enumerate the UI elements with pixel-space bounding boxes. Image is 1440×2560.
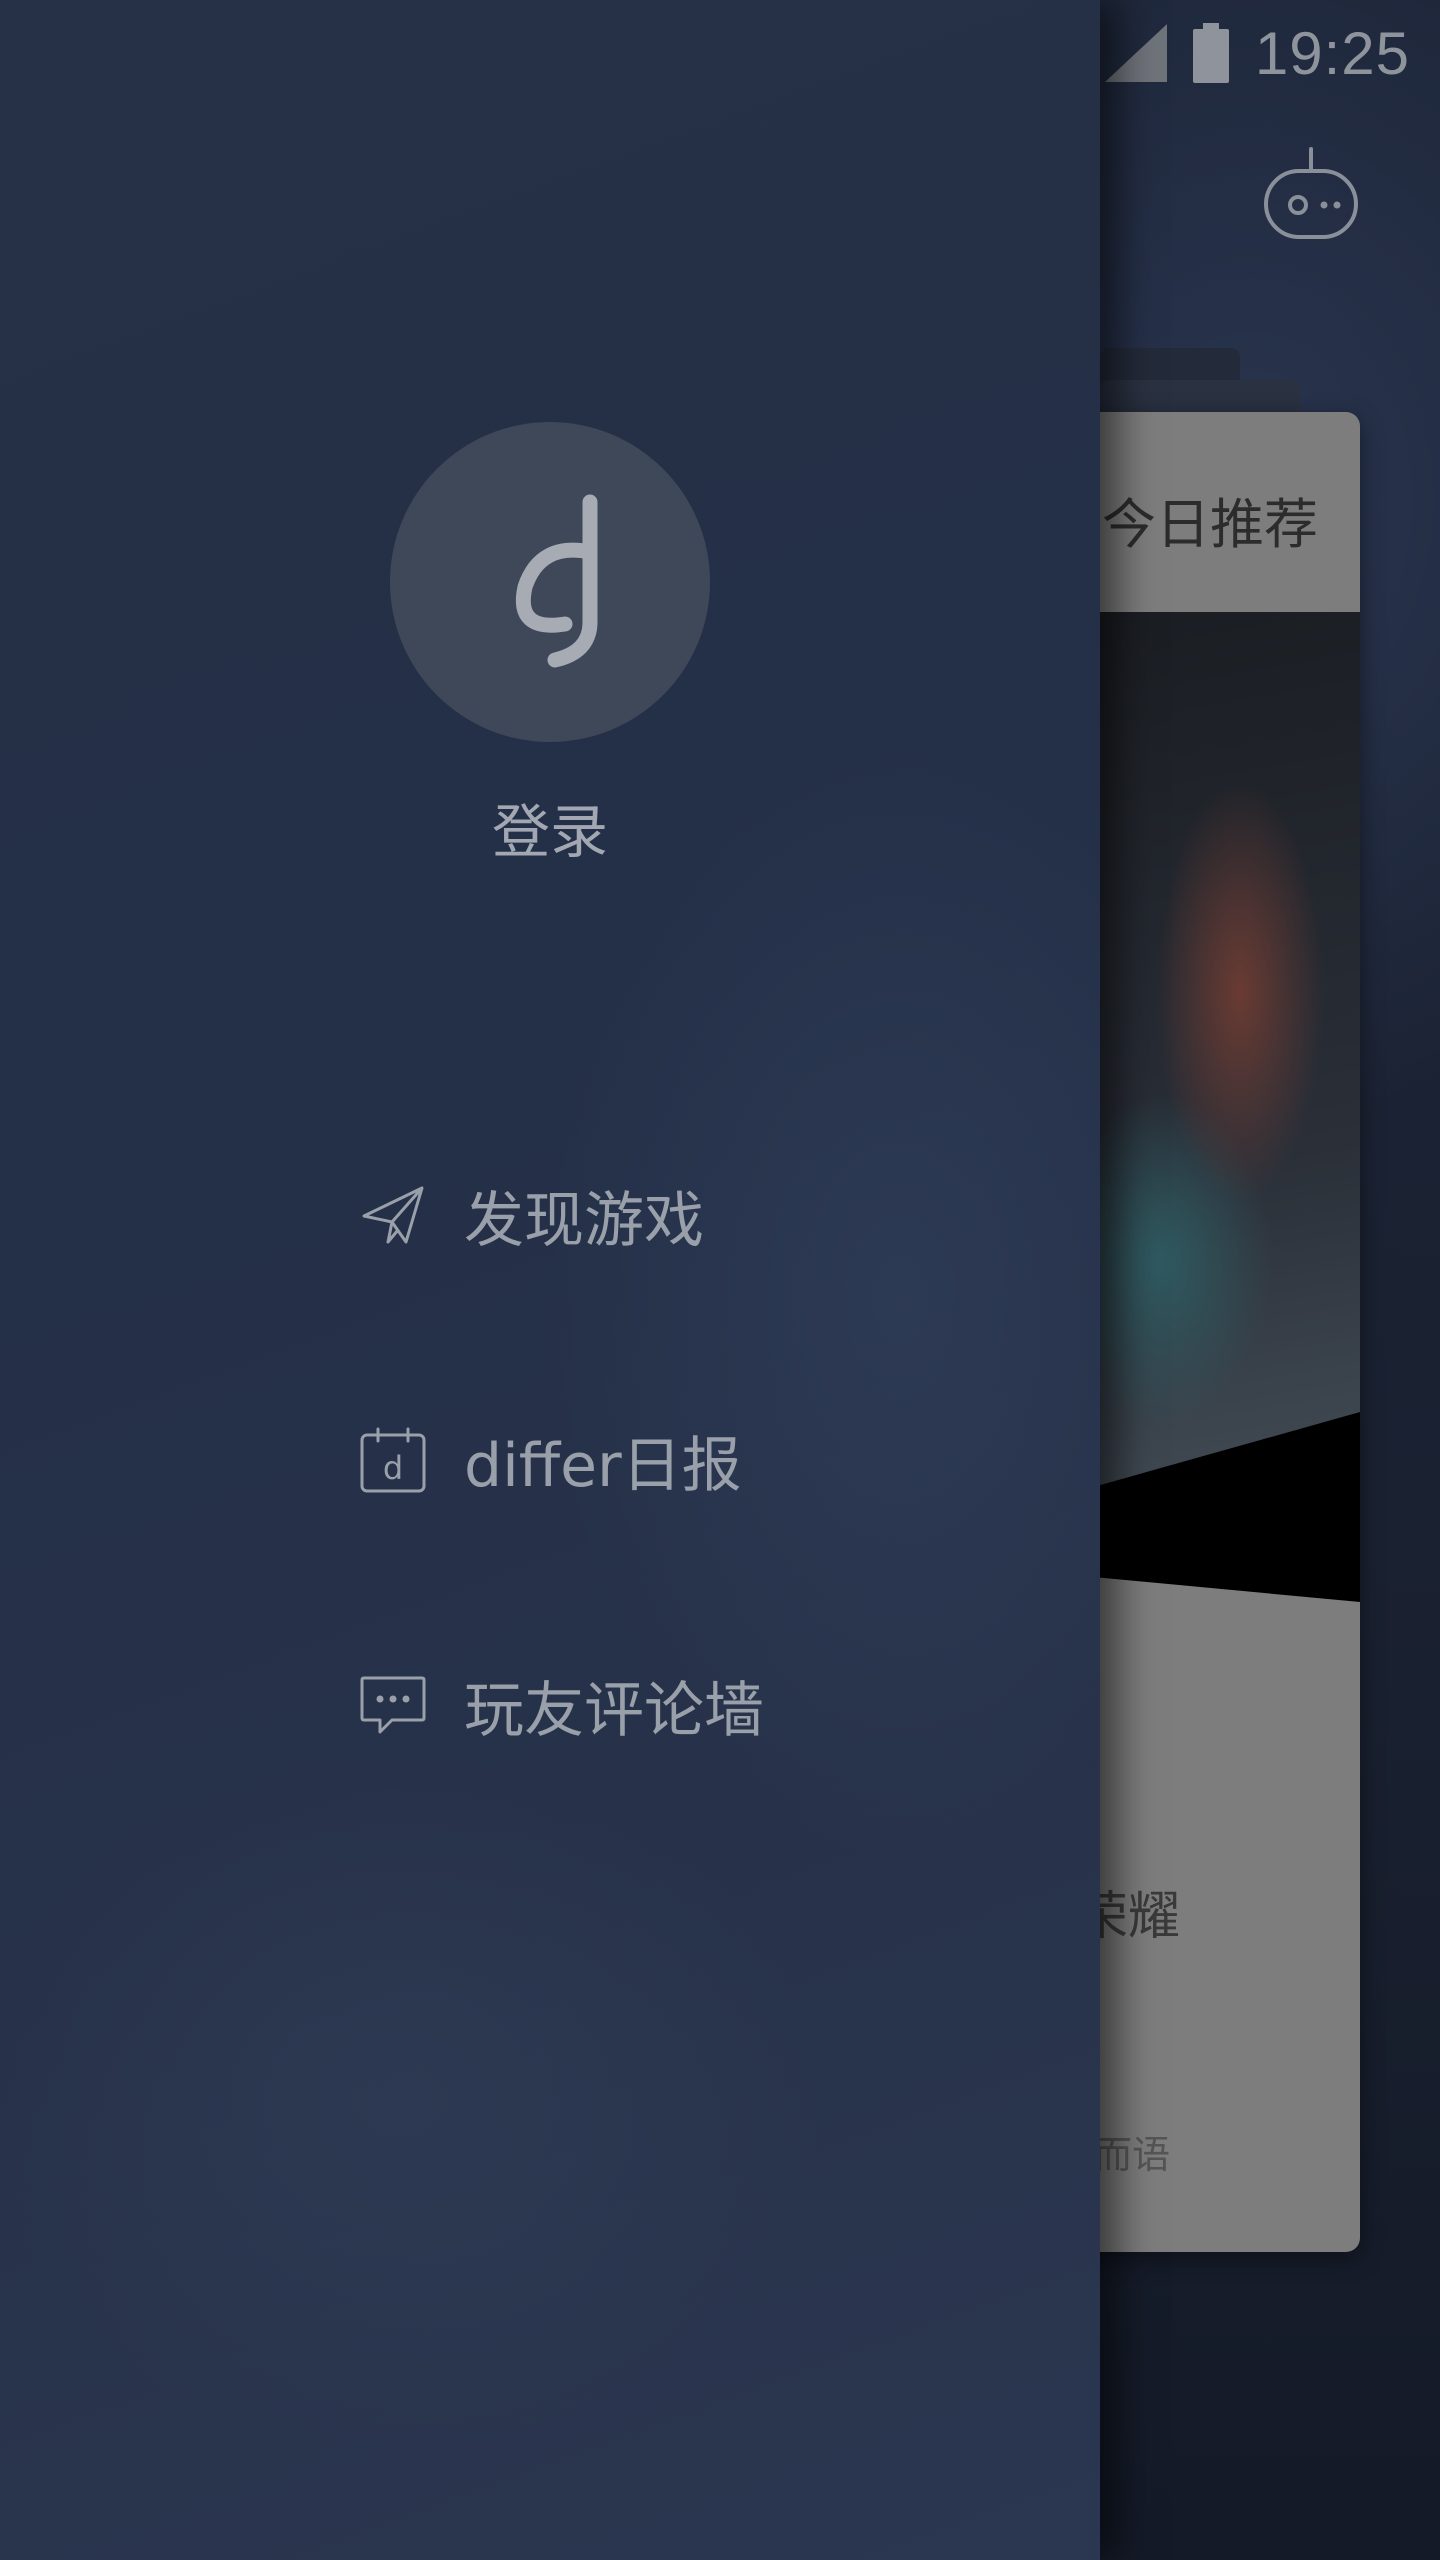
menu-label-differ-daily: differ日报 — [464, 1430, 742, 1501]
signal-icon — [1104, 24, 1167, 82]
card-heading: 今日推荐 — [1102, 493, 1318, 556]
status-bar: 19:25 — [1104, 18, 1410, 88]
calendar-d-icon: d — [360, 1427, 426, 1493]
login-button[interactable]: 登录 — [0, 785, 1100, 869]
avatar[interactable] — [390, 422, 710, 742]
robot-icon[interactable] — [1262, 145, 1360, 243]
svg-text:d: d — [383, 1449, 403, 1487]
app-screen: 19:25 今日推荐 荣耀 而语 登录 发现游戏 d differ日报 玩友评论… — [0, 0, 1440, 2560]
chat-bubble-icon — [360, 1676, 426, 1734]
status-time: 19:25 — [1254, 19, 1410, 87]
menu-label-comment-wall: 玩友评论墙 — [464, 1675, 764, 1746]
navigation-drawer: 登录 发现游戏 d differ日报 玩友评论墙 — [0, 0, 1100, 2560]
differ-logo-icon — [515, 494, 598, 668]
menu-item-discover-games[interactable]: 发现游戏 — [358, 1170, 764, 1260]
paper-plane-icon — [362, 1186, 424, 1244]
menu-item-differ-daily[interactable]: d differ日报 — [358, 1415, 764, 1505]
card-subtitle: 而语 — [1093, 2133, 1170, 2177]
drawer-menu: 发现游戏 d differ日报 玩友评论墙 — [358, 1170, 764, 1905]
battery-icon — [1192, 23, 1229, 83]
menu-label-discover-games: 发现游戏 — [464, 1185, 704, 1256]
menu-item-comment-wall[interactable]: 玩友评论墙 — [358, 1660, 764, 1750]
